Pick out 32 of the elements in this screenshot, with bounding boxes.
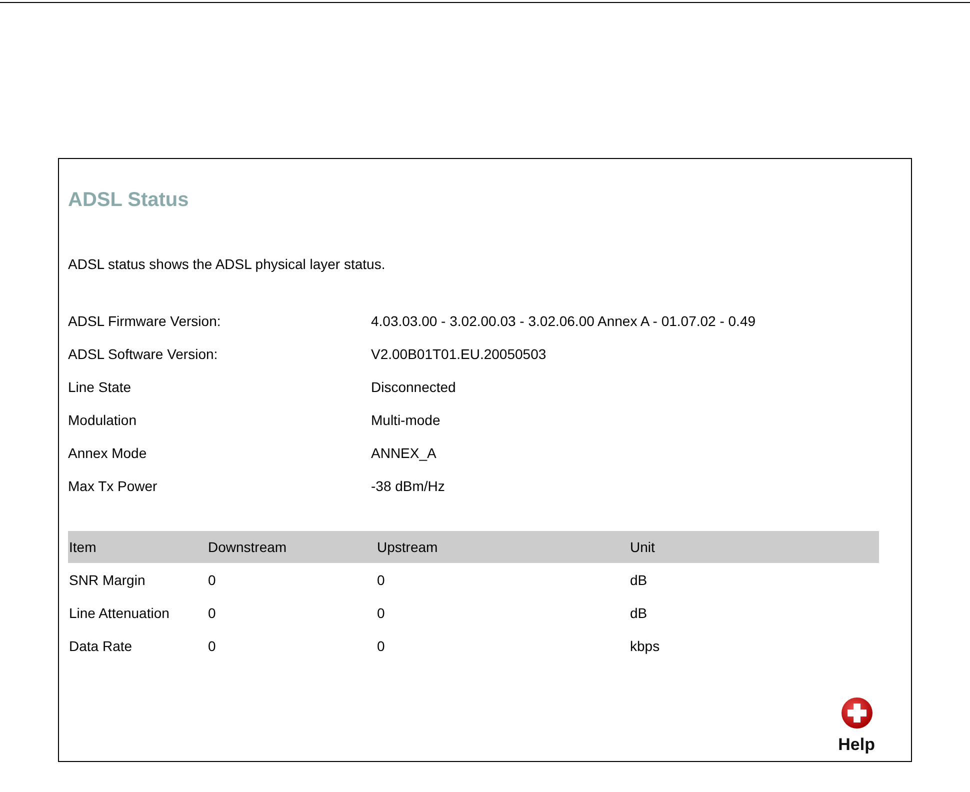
field-value: 4.03.03.00 - 3.02.00.03 - 3.02.06.00 Annex A - 01.07.02 - 0.49 xyxy=(371,313,756,330)
field-value: Multi-mode xyxy=(371,412,440,429)
field-value: Disconnected xyxy=(371,379,456,396)
field-label: Max Tx Power xyxy=(68,478,158,495)
table-cell: kbps xyxy=(630,638,660,654)
field-label: ADSL Firmware Version: xyxy=(68,313,221,330)
description-text: ADSL status shows the ADSL physical layer status. xyxy=(68,256,386,272)
page-title: ADSL Status xyxy=(68,188,189,213)
table-cell: dB xyxy=(630,572,648,588)
field-value: V2.00B01T01.EU.20050503 xyxy=(371,346,546,363)
table-cell: Line Attenuation xyxy=(69,604,170,620)
table-cell: 0 xyxy=(377,638,385,654)
plus-icon xyxy=(840,697,873,729)
table-cell: 0 xyxy=(208,604,216,620)
table-cell: 0 xyxy=(208,572,216,588)
help-link[interactable]: Help xyxy=(838,697,875,755)
table-cell: 0 xyxy=(377,572,385,588)
table-cell: 0 xyxy=(377,604,385,620)
column-header: Downstream xyxy=(207,531,376,563)
field-value: ANNEX_A xyxy=(371,445,436,462)
field-label: Modulation xyxy=(68,412,136,429)
table-cell: 0 xyxy=(208,638,216,654)
field-label: ADSL Software Version: xyxy=(68,346,218,363)
field-label: Annex Mode xyxy=(68,445,147,462)
table-cell: SNR Margin xyxy=(69,572,146,588)
column-header: Upstream xyxy=(376,531,629,563)
column-header: Item xyxy=(68,531,207,563)
field-value: -38 dBm/Hz xyxy=(371,478,445,495)
field-label: Line State xyxy=(68,379,132,396)
column-header: Unit xyxy=(629,531,879,563)
table-cell: Data Rate xyxy=(69,638,132,654)
table-cell: dB xyxy=(630,604,648,620)
